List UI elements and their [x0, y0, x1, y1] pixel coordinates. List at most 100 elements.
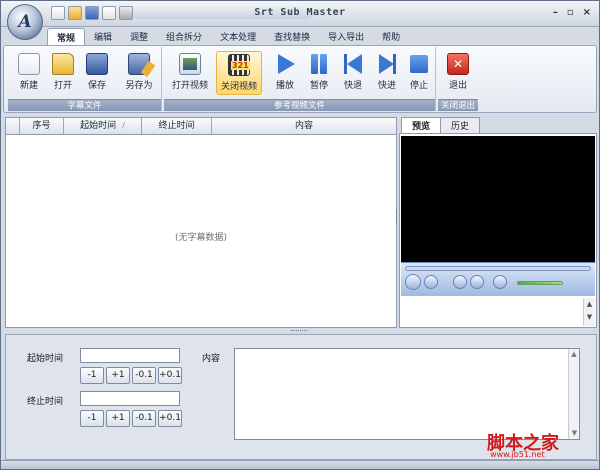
stop-button[interactable]: 停止	[404, 51, 434, 95]
end-minus-0-1-button[interactable]: -0.1	[132, 410, 156, 427]
new-file-icon	[18, 53, 40, 75]
end-plus-0-1-button[interactable]: +0.1	[158, 410, 182, 427]
minimize-button[interactable]: –	[553, 7, 558, 18]
close-button[interactable]: ×	[583, 7, 591, 18]
save-button[interactable]: 保存	[82, 51, 112, 95]
fast-forward-label: 快进	[377, 81, 396, 91]
open-folder-icon	[52, 53, 74, 75]
reference-video-group-label: 参考视频文件	[164, 99, 435, 111]
pause-label: 暂停	[309, 81, 328, 91]
player-stop-icon[interactable]	[424, 275, 438, 289]
start-plus-0-1-button[interactable]: +0.1	[158, 367, 182, 384]
end-time-label: 终止时间	[27, 397, 64, 407]
preview-scrollbar[interactable]: ▲ ▼	[583, 298, 595, 326]
save-disk-icon	[86, 53, 108, 75]
open-video-label: 打开视频	[171, 81, 208, 91]
preview-panel: ▲ ▼	[399, 133, 597, 328]
horizontal-splitter[interactable]	[291, 330, 307, 333]
tab-import-export[interactable]: 导入导出	[319, 28, 373, 45]
media-player-controls	[401, 262, 595, 296]
close-video-label: 关闭视频	[220, 82, 257, 92]
preview-tabs: 预览 历史	[401, 117, 481, 133]
scroll-up-icon[interactable]: ▲	[584, 298, 595, 311]
save-as-button[interactable]: 另存为	[120, 51, 158, 95]
exit-icon	[447, 53, 469, 75]
close-exit-group-label: 关闭退出	[438, 99, 478, 111]
tab-edit[interactable]: 编辑	[85, 28, 121, 45]
title-bar: Srt Sub Master – ▫ ×	[1, 1, 599, 27]
play-button[interactable]: 播放	[270, 51, 300, 95]
column-start-time-label: 起始时间	[80, 121, 117, 131]
status-bar	[1, 460, 599, 469]
tab-preview[interactable]: 预览	[401, 117, 442, 133]
video-screen[interactable]	[401, 136, 595, 262]
tab-general[interactable]: 常规	[47, 28, 86, 46]
subtitle-grid[interactable]: 序号 起始时间 / 终止时间 内容 (无字幕数据)	[5, 117, 397, 328]
menu-tabs: 常规 编辑 调整 组合拆分 文本处理 查找替换 导入导出 帮助	[47, 28, 409, 46]
rewind-label: 快退	[343, 81, 362, 91]
pause-icon	[308, 53, 330, 75]
player-buttons	[405, 274, 507, 290]
play-label: 播放	[275, 81, 294, 91]
maximize-button[interactable]: ▫	[567, 7, 574, 18]
save-label: 保存	[87, 81, 106, 91]
ribbon: 新建 打开 保存 另存为 字幕文件 打开视频 关闭视频	[3, 45, 597, 113]
close-video-button[interactable]: 关闭视频	[216, 51, 262, 95]
start-time-input[interactable]	[80, 348, 180, 363]
column-index[interactable]: 序号	[20, 118, 64, 134]
window-controls: – ▫ ×	[553, 7, 591, 18]
grid-header: 序号 起始时间 / 终止时间 内容	[6, 118, 396, 135]
fast-forward-button[interactable]: 快进	[372, 51, 402, 95]
column-start-time[interactable]: 起始时间 /	[64, 118, 142, 134]
content-label: 内容	[202, 354, 221, 364]
tab-merge-split[interactable]: 组合拆分	[157, 28, 211, 45]
content-scrollbar[interactable]: ▲ ▼	[568, 349, 579, 439]
sort-indicator-icon: /	[122, 121, 125, 130]
subtitle-file-group: 新建 打开 保存 另存为 字幕文件	[8, 47, 162, 111]
tab-text-process[interactable]: 文本处理	[211, 28, 265, 45]
close-exit-group: 退出 关闭退出	[438, 47, 478, 111]
seek-bar[interactable]	[405, 266, 591, 271]
app-window: Srt Sub Master – ▫ × A 常规 编辑 调整 组合拆分 文本处…	[0, 0, 600, 470]
exit-label: 退出	[448, 81, 467, 91]
content-scroll-up-icon[interactable]: ▲	[569, 349, 579, 360]
new-button[interactable]: 新建	[14, 51, 44, 95]
end-plus-1-button[interactable]: +1	[106, 410, 130, 427]
content-scroll-down-icon[interactable]: ▼	[569, 428, 580, 439]
app-logo-icon: A	[18, 12, 32, 32]
subtitle-file-group-label: 字幕文件	[8, 99, 161, 111]
tab-help[interactable]: 帮助	[373, 28, 409, 45]
content-textarea[interactable]: ▲ ▼	[234, 348, 580, 440]
stop-icon	[408, 53, 430, 75]
save-as-icon	[128, 53, 150, 75]
end-minus-1-button[interactable]: -1	[80, 410, 104, 427]
start-minus-0-1-button[interactable]: -0.1	[132, 367, 156, 384]
open-video-icon	[179, 53, 201, 75]
player-mute-icon[interactable]	[493, 275, 507, 289]
player-next-icon[interactable]	[470, 275, 484, 289]
empty-grid-message: (无字幕数据)	[174, 233, 228, 243]
preview-info-area	[401, 298, 581, 326]
column-content[interactable]: 内容	[212, 118, 396, 134]
volume-slider[interactable]	[517, 281, 563, 285]
tab-adjust[interactable]: 调整	[121, 28, 157, 45]
scroll-down-icon[interactable]: ▼	[584, 311, 595, 324]
open-button[interactable]: 打开	[48, 51, 78, 95]
open-video-button[interactable]: 打开视频	[168, 51, 212, 95]
grid-row-selector-header	[6, 118, 20, 134]
play-icon	[274, 53, 296, 75]
pause-button[interactable]: 暂停	[304, 51, 334, 95]
tab-find-replace[interactable]: 查找替换	[265, 28, 319, 45]
tab-history[interactable]: 历史	[440, 117, 481, 133]
exit-button[interactable]: 退出	[443, 51, 473, 95]
player-previous-icon[interactable]	[453, 275, 467, 289]
new-label: 新建	[19, 81, 38, 91]
start-plus-1-button[interactable]: +1	[106, 367, 130, 384]
app-menu-orb[interactable]: A	[7, 4, 43, 40]
player-play-icon[interactable]	[405, 274, 421, 290]
end-time-input[interactable]	[80, 391, 180, 406]
rewind-button[interactable]: 快退	[338, 51, 368, 95]
start-minus-1-button[interactable]: -1	[80, 367, 104, 384]
column-end-time[interactable]: 终止时间	[142, 118, 212, 134]
stop-label: 停止	[409, 81, 428, 91]
